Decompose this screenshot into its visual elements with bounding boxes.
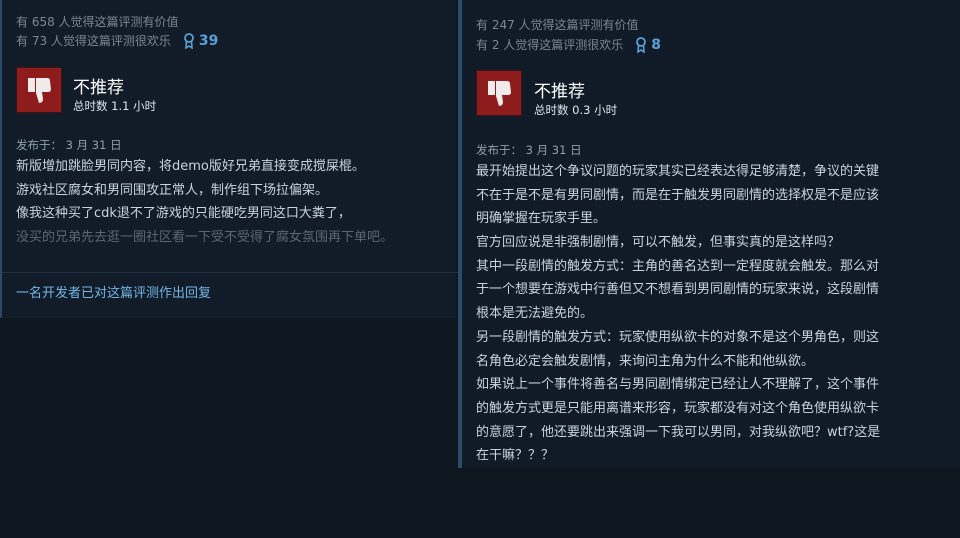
review-line: 游戏社区腐女和男同围攻正常人，制作组下场拉偏架。	[16, 182, 329, 198]
review-line: 其中一段剧情的触发方式：主角的善名达到一定程度就会触发。那么对	[476, 258, 880, 274]
reviews-page: 有 658 人觉得这篇评测有价值 有 73 人觉得这篇评测很欢乐 39 不推荐 …	[0, 0, 960, 538]
playtime: 总时数 1.1 小时	[73, 99, 157, 113]
verdict-label: 不推荐	[73, 78, 124, 98]
review-line: 官方回应说是非强制剧情，可以不触发，但事实真的是这样吗？	[476, 235, 841, 251]
funny-count: 有 73 人觉得这篇评测很欢乐	[16, 34, 171, 48]
award-button[interactable]: 8	[635, 37, 661, 53]
review-line: 新版增加跳脸男同内容，将demo版好兄弟直接变成搅屎棍。	[16, 159, 365, 174]
review-line: 明确掌握在玩家手里。	[476, 211, 607, 227]
review-line: 名角色必定会触发剧情，来询问主角为什么不能和他纵欲。	[476, 353, 815, 369]
thumbs-down-badge	[16, 67, 62, 113]
developer-reply-link[interactable]: 一名开发者已对这篇评测作出回复	[16, 282, 211, 301]
review-line: 的触发方式更是只能用离谱来形容，玩家都没有对这个角色使用纵欲卡	[476, 400, 880, 416]
review-line: 最开始提出这个争议问题的玩家其实已经表达得足够清楚，争议的关键	[476, 164, 880, 179]
review-line: 于一个想要在游戏中行善但又不想看到男同剧情的玩家来说，这段剧情	[476, 282, 880, 298]
playtime: 总时数 0.3 小时	[534, 103, 618, 117]
posted-date: 发布于： 3 月 31 日	[476, 143, 582, 157]
review-body: 新版增加跳脸男同内容，将demo版好兄弟直接变成搅屎棍。 游戏社区腐女和男同围攻…	[16, 155, 393, 250]
review-line: 在干嘛？？？	[476, 448, 555, 464]
thumbs-down-icon	[488, 81, 511, 106]
thumbs-down-badge	[476, 70, 522, 116]
award-count: 8	[651, 36, 662, 53]
posted-date: 发布于： 3 月 31 日	[16, 138, 122, 152]
review-line: 像我这种买了cdk退不了游戏的只能硬吃男同这口大粪了，	[16, 206, 351, 222]
helpful-count: 有 658 人觉得这篇评测有价值	[16, 15, 179, 29]
funny-count: 有 2 人觉得这篇评测很欢乐	[476, 38, 624, 52]
verdict-label: 不推荐	[534, 82, 585, 102]
funny-row: 有 2 人觉得这篇评测很欢乐 8	[476, 36, 661, 53]
divider	[2, 272, 458, 273]
review-line: 不在于是不是有男同剧情，而是在于触发男同剧情的选择权是不是应该	[476, 187, 880, 203]
review-card-left: 有 658 人觉得这篇评测有价值 有 73 人觉得这篇评测很欢乐 39 不推荐 …	[0, 0, 458, 318]
award-count: 39	[198, 32, 219, 49]
review-line: 如果说上一个事件将善名与男同剧情绑定已经让人不理解了，这个事件	[476, 377, 880, 393]
review-card-right: 有 247 人觉得这篇评测有价值 有 2 人觉得这篇评测很欢乐 8 不推荐 总时…	[458, 0, 960, 468]
review-line: 另一段剧情的触发方式：玩家使用纵欲卡的对象不是这个男角色，则这	[476, 329, 880, 345]
helpful-count: 有 247 人觉得这篇评测有价值	[476, 18, 639, 32]
review-line: 的意愿了，他还要跳出来强调一下我可以男同，对我纵欲吧？wtf?这是	[476, 424, 881, 440]
funny-row: 有 73 人觉得这篇评测很欢乐 39	[16, 32, 218, 49]
review-body: 最开始提出这个争议问题的玩家其实已经表达得足够清楚，争议的关键 不在于是不是有男…	[476, 160, 880, 468]
award-icon	[184, 32, 194, 49]
thumbs-down-icon	[28, 78, 51, 103]
award-button[interactable]: 39	[183, 33, 218, 49]
award-icon	[636, 36, 647, 53]
review-line-faded: 没买的兄弟先去逛一圈社区看一下受不受得了腐女氛围再下单吧。	[16, 230, 394, 246]
review-line: 根本是无法避免的。	[476, 306, 594, 322]
